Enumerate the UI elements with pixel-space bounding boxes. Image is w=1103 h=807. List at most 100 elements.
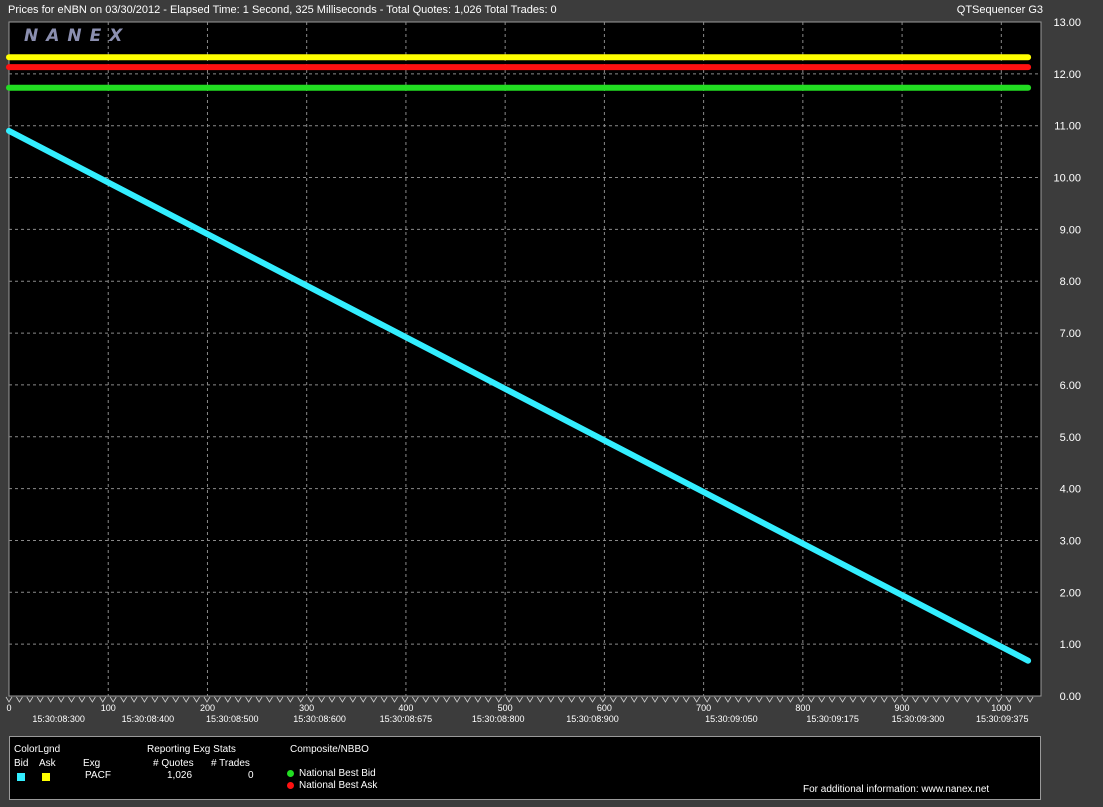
x-tick-marker [182,696,190,703]
x-tick-marker [589,696,596,703]
x-tick-marker [714,696,721,703]
y-tick-label: 6.00 [1060,380,1081,392]
x-tick-marker [641,696,648,703]
x-tick-marker [985,696,992,703]
x-tick-marker [255,696,263,703]
x-tick-marker [568,696,575,703]
x-tick-marker [1016,696,1024,703]
time-label: 15:30:08:800 [472,714,525,724]
x-tick-label: 1000 [991,703,1011,713]
x-tick-marker [1005,696,1013,703]
y-tick-label: 11.00 [1054,121,1081,133]
x-tick-marker [516,696,523,703]
y-tick-label: 8.00 [1060,276,1081,288]
x-tick-marker [620,696,628,703]
bid-color-swatch [17,773,25,781]
time-label: 15:30:08:300 [32,714,85,724]
x-tick-marker [297,696,305,703]
x-tick-marker [609,696,617,703]
x-tick-marker [828,696,836,703]
x-tick-marker [995,696,1003,703]
x-tick-marker [474,696,482,703]
x-tick-marker [318,696,325,703]
time-label: 15:30:08:600 [293,714,346,724]
x-tick-marker [682,696,690,703]
y-tick-label: 7.00 [1060,328,1081,340]
x-tick-marker [89,696,96,703]
x-tick-marker [453,696,461,703]
x-tick-marker [193,696,200,703]
x-tick-marker [672,696,680,703]
x-tick-marker [36,696,44,703]
x-tick-marker [807,696,815,703]
plot-area [8,21,1042,697]
x-tick-marker [630,696,638,703]
x-tick-marker [214,696,221,703]
x-tick-marker [245,696,252,703]
nanex-logo: NANEX [24,26,131,46]
x-tick-label: 800 [795,703,810,713]
x-tick-marker [505,696,513,703]
price-chart: 0.00 1.00 2.00 3.00 4.00 5.00 6.00 7.00 8.00 9.00… [5,17,1081,724]
x-tick-marker [307,696,315,703]
legend-stats-title: Reporting Exg Stats [147,744,236,755]
legend-bid-label: Bid [14,758,29,769]
y-axis-labels: 0.00 1.00 2.00 3.00 4.00 5.00 6.00 7.00 8.00 9.00… [1053,17,1081,703]
time-label: 15:30:08:675 [380,714,433,724]
x-tick-marker [443,696,450,703]
x-tick-marker [599,696,607,703]
y-tick-label: 10.00 [1053,173,1081,185]
x-tick-marker [745,696,753,703]
x-tick-marker [328,696,336,703]
legend-exg-header: Exg [83,758,101,769]
x-tick-marker [880,696,888,703]
y-tick-label: 0.00 [1060,691,1081,703]
x-tick-marker [818,696,826,703]
x-tick-marker [464,696,471,703]
y-tick-label: 4.00 [1060,484,1081,496]
x-tick-marker [693,696,701,703]
time-label: 15:30:09:375 [976,714,1029,724]
x-tick-marker [370,696,378,703]
x-tick-marker [339,696,346,703]
x-tick-marker [651,696,659,703]
x-tick-marker [16,696,23,703]
time-label: 15:30:08:400 [122,714,175,724]
x-tick-label: 500 [498,703,513,713]
x-tick-marker [266,696,273,703]
x-tick-marker [78,696,86,703]
x-tick-marker [380,696,388,703]
legend-trades-value: 0 [248,770,254,781]
legend-nba: National Best Ask [299,780,378,791]
y-tick-label: 3.00 [1060,535,1081,547]
x-tick-marker [776,696,784,703]
nba-color-dot [287,782,294,789]
x-tick-marker [891,696,898,703]
x-tick-marker [797,696,805,703]
x-tick-marker [391,696,398,703]
y-tick-label: 2.00 [1060,587,1081,599]
x-tick-marker [557,696,565,703]
x-tick-label: 700 [696,703,711,713]
x-tick-marker [943,696,951,703]
x-tick-label: 900 [895,703,910,713]
legend-ask-label: Ask [39,758,56,769]
x-tick-marker [787,696,794,703]
x-tick-marker [286,696,294,703]
y-tick-label: 12.00 [1053,69,1081,81]
x-tick-label: 200 [200,703,215,713]
x-tick-marker [349,696,357,703]
x-tick-marker [849,696,857,703]
x-tick-marker [662,696,669,703]
x-tick-marker [5,696,13,703]
time-label: 15:30:09:300 [892,714,945,724]
x-tick-marker [412,696,419,703]
x-tick-marker [172,696,180,703]
x-tick-marker [234,696,242,703]
legend-info: For additional information: www.nanex.ne… [803,784,990,795]
x-tick-marker [703,696,711,703]
x-tick-label: 0 [6,703,11,713]
x-tick-marker [401,696,409,703]
x-tick-marker [1026,696,1034,703]
x-tick-marker [141,696,148,703]
